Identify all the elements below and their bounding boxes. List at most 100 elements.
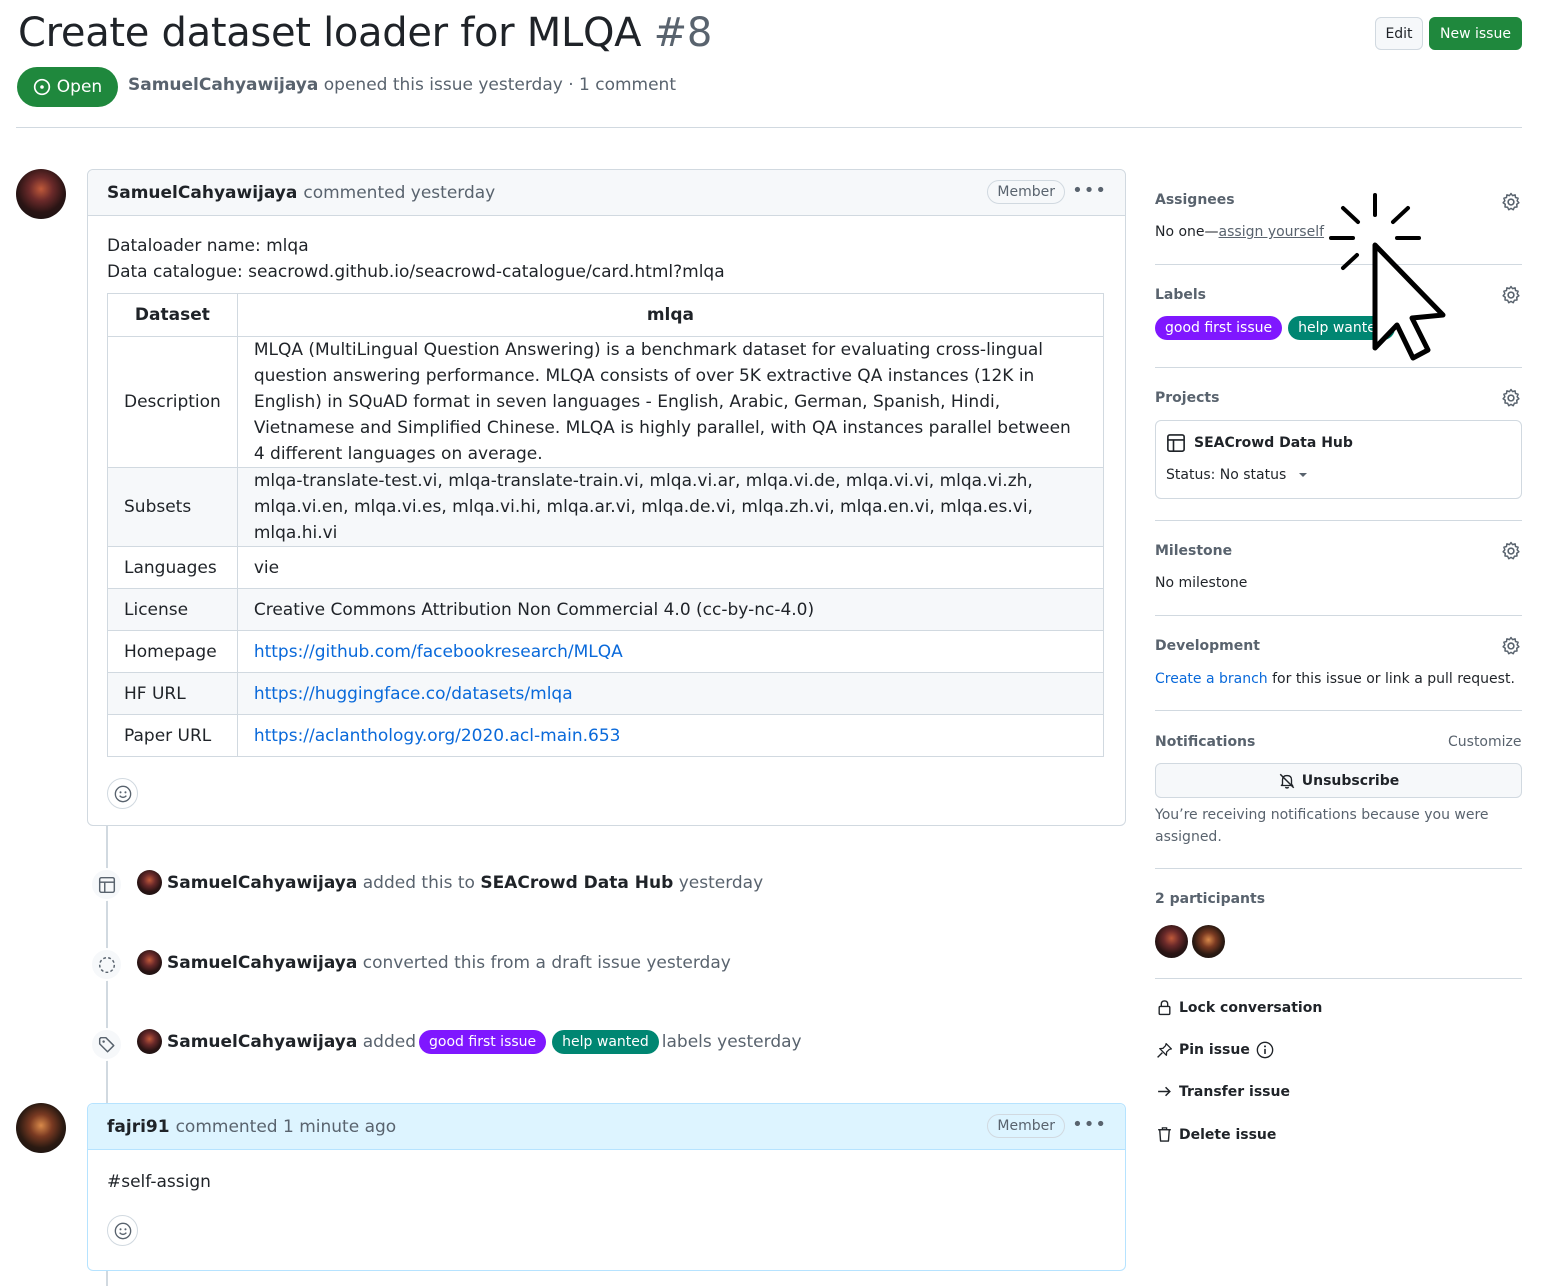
paper-url-link[interactable]: https://aclanthology.org/2020.acl-main.6… <box>254 726 621 746</box>
development-value: Create a branch for this issue or link a… <box>1155 671 1515 687</box>
event-actor[interactable]: SamuelCahyawijaya <box>167 873 357 893</box>
avatar[interactable] <box>1192 925 1225 958</box>
row-value: vie <box>236 546 1105 589</box>
member-badge: Member <box>987 1114 1065 1138</box>
gear-icon[interactable] <box>1501 636 1521 656</box>
gear-icon[interactable] <box>1501 541 1521 561</box>
data-catalogue: Data catalogue: seacrowd.github.io/seacr… <box>107 262 725 282</box>
add-reaction-button[interactable] <box>107 778 138 809</box>
project-name[interactable]: SEACrowd Data Hub <box>1194 435 1353 451</box>
row-key: Homepage <box>107 630 238 673</box>
event-actor[interactable]: SamuelCahyawijaya <box>167 953 357 973</box>
row-key: License <box>107 588 238 631</box>
issue-author-link[interactable]: SamuelCahyawijaya <box>128 75 318 95</box>
project-link[interactable]: SEACrowd Data Hub <box>480 873 673 893</box>
labels-heading: Labels <box>1155 287 1207 303</box>
project-card: SEACrowd Data Hub Status: No status <box>1155 420 1522 499</box>
delete-issue-button[interactable]: Delete issue <box>1156 1126 1276 1143</box>
row-value: Creative Commons Attribution Non Commerc… <box>236 588 1105 631</box>
project-status-dropdown[interactable]: Status: No status <box>1166 467 1308 483</box>
assign-yourself-link[interactable]: assign yourself <box>1219 224 1324 240</box>
table-icon <box>98 876 115 893</box>
create-branch-link[interactable]: Create a branch <box>1155 671 1268 687</box>
dataset-table: Dataset mlqa Description MLQA (MultiLing… <box>107 293 1105 757</box>
development-heading: Development <box>1155 638 1260 654</box>
unsubscribe-button[interactable]: Unsubscribe <box>1155 763 1522 798</box>
comment-header: SamuelCahyawijaya commented yesterday Me… <box>88 170 1125 216</box>
dashed-circle-icon <box>98 956 115 973</box>
pin-icon <box>1157 1042 1173 1058</box>
row-key: Paper URL <box>107 714 238 757</box>
label-help-wanted[interactable]: help wanted <box>552 1029 659 1054</box>
table-row: HF URL https://huggingface.co/datasets/m… <box>107 672 1105 715</box>
info-icon[interactable] <box>1256 1041 1274 1059</box>
event-time: yesterday <box>678 872 764 893</box>
new-issue-button[interactable]: New issue <box>1429 17 1522 50</box>
unsubscribe-label: Unsubscribe <box>1301 772 1400 789</box>
issue-number: #8 <box>653 10 713 56</box>
comment-time: commented 1 minute ago <box>175 1116 397 1137</box>
trash-icon <box>1158 1127 1171 1142</box>
avatar[interactable] <box>137 950 162 975</box>
customize-link[interactable]: Customize <box>1448 734 1522 750</box>
label-good-first-issue[interactable]: good first issue <box>1155 316 1283 340</box>
divider <box>16 127 1522 128</box>
pin-issue-button[interactable]: Pin issue <box>1156 1041 1274 1059</box>
comment-author[interactable]: fajri91 <box>107 1117 170 1137</box>
hf-url-link[interactable]: https://huggingface.co/datasets/mlqa <box>254 684 573 704</box>
table-row: Description MLQA (MultiLingual Question … <box>107 336 1105 468</box>
triangle-down-icon <box>1299 473 1308 477</box>
event-actor[interactable]: SamuelCahyawijaya <box>167 1032 357 1052</box>
row-value: mlqa-translate-test.vi, mlqa-translate-t… <box>236 467 1105 547</box>
homepage-link[interactable]: https://github.com/facebookresearch/MLQA <box>254 642 623 662</box>
table-header: Dataset <box>107 293 238 337</box>
edit-button[interactable]: Edit <box>1375 17 1423 50</box>
kebab-menu-icon[interactable]: ••• <box>1072 182 1107 200</box>
transfer-issue-button[interactable]: Transfer issue <box>1156 1083 1290 1100</box>
project-status: Status: No status <box>1166 467 1287 483</box>
table-row: Homepage https://github.com/facebookrese… <box>107 630 1105 673</box>
delete-label: Delete issue <box>1179 1126 1277 1143</box>
timeline-badge <box>90 1028 123 1061</box>
status-badge: Open <box>17 67 118 107</box>
avatar[interactable] <box>16 1103 66 1153</box>
event-text: added this to <box>362 872 475 893</box>
avatar[interactable] <box>1155 925 1188 958</box>
event-text: converted this from a draft issue yester… <box>362 952 731 973</box>
gear-icon[interactable] <box>1501 388 1521 408</box>
kebab-menu-icon[interactable]: ••• <box>1072 1116 1107 1134</box>
timeline-event: SamuelCahyawijaya added this to SEACrowd… <box>137 870 763 895</box>
lock-conversation-button[interactable]: Lock conversation <box>1156 999 1322 1016</box>
issue-title: Create dataset loader for MLQA <box>18 10 642 56</box>
gear-icon[interactable] <box>1501 192 1521 212</box>
row-key: Languages <box>107 546 238 589</box>
label-good-first-issue[interactable]: good first issue <box>419 1029 547 1054</box>
smiley-icon <box>114 785 131 802</box>
add-reaction-button[interactable] <box>107 1215 138 1246</box>
dataloader-name: Dataloader name: mlqa <box>107 236 309 256</box>
table-icon <box>1167 434 1185 452</box>
bell-slash-icon <box>1279 773 1295 789</box>
notification-reason: You’re receiving notifications because y… <box>1155 807 1489 845</box>
no-assignee-text: No one— <box>1155 224 1219 240</box>
avatar[interactable] <box>16 169 66 219</box>
row-key: Subsets <box>107 467 238 547</box>
click-cursor-icon <box>1329 193 1446 361</box>
avatar[interactable] <box>137 870 162 895</box>
row-value: MLQA (MultiLingual Question Answering) i… <box>236 336 1105 468</box>
table-row: Paper URL https://aclanthology.org/2020.… <box>107 714 1105 757</box>
divider <box>1155 615 1522 616</box>
comment-header: fajri91 commented 1 minute ago Member ••… <box>88 1104 1125 1150</box>
projects-heading: Projects <box>1155 390 1220 406</box>
timeline-badge <box>90 948 123 981</box>
page-title: Create dataset loader for MLQA #8 <box>18 10 712 56</box>
comment-author[interactable]: SamuelCahyawijaya <box>107 183 297 203</box>
divider <box>1155 710 1522 711</box>
avatar[interactable] <box>137 1029 162 1054</box>
participants-heading: 2 participants <box>1155 891 1266 907</box>
divider <box>1155 367 1522 368</box>
gear-icon[interactable] <box>1501 285 1521 305</box>
member-badge: Member <box>987 180 1065 204</box>
tag-icon <box>98 1036 114 1052</box>
notifications-heading: Notifications <box>1155 734 1256 750</box>
